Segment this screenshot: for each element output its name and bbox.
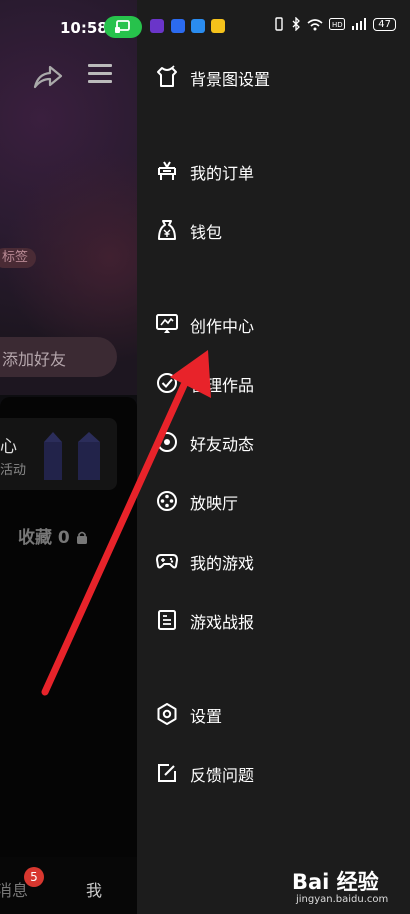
bottom-tab-bar: 消息 5 我	[0, 857, 137, 914]
activity-card-title: 心	[0, 437, 17, 457]
drawer-item-feedback[interactable]: 反馈问题	[155, 753, 395, 793]
drawer-item-label: 钱包	[190, 223, 223, 242]
lock-icon	[76, 531, 87, 544]
side-drawer: 背景图设置 我的订单 钱包 创作中心 管理作品 好友动态 放映厅 我的游戏 游戏…	[137, 0, 410, 914]
status-bar: 10:58 HD 47	[0, 0, 410, 56]
drawer-item-friends-feed[interactable]: 好友动态	[155, 422, 395, 462]
watermark-brand: Bai 经验	[292, 870, 379, 894]
tag-pill[interactable]: 标签	[0, 248, 37, 268]
activity-card-subtitle: 活动	[0, 463, 27, 478]
drawer-item-settings[interactable]: 设置	[155, 694, 395, 734]
creator-icon	[156, 314, 178, 333]
drawer-item-manage-works[interactable]: 管理作品	[155, 363, 395, 403]
drawer-item-wallet[interactable]: 钱包	[155, 210, 395, 250]
favorites-tab[interactable]: 收藏 0	[18, 523, 88, 548]
tab-me[interactable]: 我	[86, 877, 102, 901]
status-time: 10:58	[60, 19, 108, 37]
status-icons: HD 47	[273, 17, 396, 31]
favorites-label: 收藏 0	[18, 528, 70, 548]
wifi-icon	[307, 18, 323, 30]
app-notification-icon	[150, 19, 164, 33]
bluetooth-icon	[292, 17, 301, 31]
check-circle-icon	[157, 373, 177, 393]
drawer-item-label: 放映厅	[190, 494, 239, 513]
activity-graphic	[44, 432, 100, 480]
wallet-icon	[158, 220, 176, 240]
messages-badge: 5	[24, 867, 44, 887]
app-notification-icon	[191, 19, 205, 33]
gamepad-icon	[156, 554, 178, 569]
svg-text:HD: HD	[332, 21, 343, 29]
drawer-item-background-settings[interactable]: 背景图设置	[155, 57, 395, 97]
drawer-item-creator-center[interactable]: 创作中心	[155, 304, 395, 344]
drawer-item-game-reports[interactable]: 游戏战报	[155, 600, 395, 640]
drawer-item-label: 我的订单	[190, 164, 255, 183]
tag-pill-label: 标签	[2, 250, 29, 265]
watermark-url: jingyan.baidu.com	[296, 894, 389, 905]
tshirt-icon	[157, 65, 177, 87]
drawer-item-label: 好友动态	[190, 435, 255, 454]
signal-icon	[352, 17, 367, 30]
app-notification-icon	[171, 19, 185, 33]
drawer-item-label: 管理作品	[190, 376, 255, 395]
order-icon	[158, 161, 176, 180]
drawer-item-label: 游戏战报	[190, 613, 255, 632]
drawer-item-label: 设置	[190, 707, 223, 726]
hd-icon: HD	[329, 18, 346, 30]
drawer-item-label: 背景图设置	[190, 70, 271, 89]
vibrate-icon	[275, 17, 283, 31]
menu-icon[interactable]	[88, 64, 112, 86]
profile-page-dimmed: 标签 添加好友 心 活动 收藏 0 消息 5 我	[0, 0, 137, 914]
drawer-item-my-games[interactable]: 我的游戏	[155, 541, 395, 581]
feedback-icon	[158, 764, 176, 782]
settings-icon	[157, 703, 177, 725]
drawer-item-label: 反馈问题	[190, 766, 255, 785]
drawer-item-label: 我的游戏	[190, 554, 255, 573]
report-icon	[158, 610, 176, 630]
baidu-jingyan-watermark: Bai 经验 jingyan.baidu.com	[290, 860, 406, 910]
drawer-item-label: 创作中心	[190, 317, 255, 336]
drawer-item-screening-hall[interactable]: 放映厅	[155, 481, 395, 521]
add-friend-button[interactable]: 添加好友	[0, 337, 117, 377]
app-notification-icon	[211, 19, 225, 33]
drawer-item-my-orders[interactable]: 我的订单	[155, 151, 395, 191]
share-icon[interactable]	[32, 62, 64, 90]
screen-cast-indicator	[104, 16, 142, 38]
film-reel-icon	[157, 491, 177, 511]
friends-feed-icon	[157, 432, 177, 452]
activity-card[interactable]: 心 活动	[0, 418, 117, 490]
add-friend-label: 添加好友	[2, 350, 67, 369]
battery-indicator: 47	[373, 17, 396, 31]
